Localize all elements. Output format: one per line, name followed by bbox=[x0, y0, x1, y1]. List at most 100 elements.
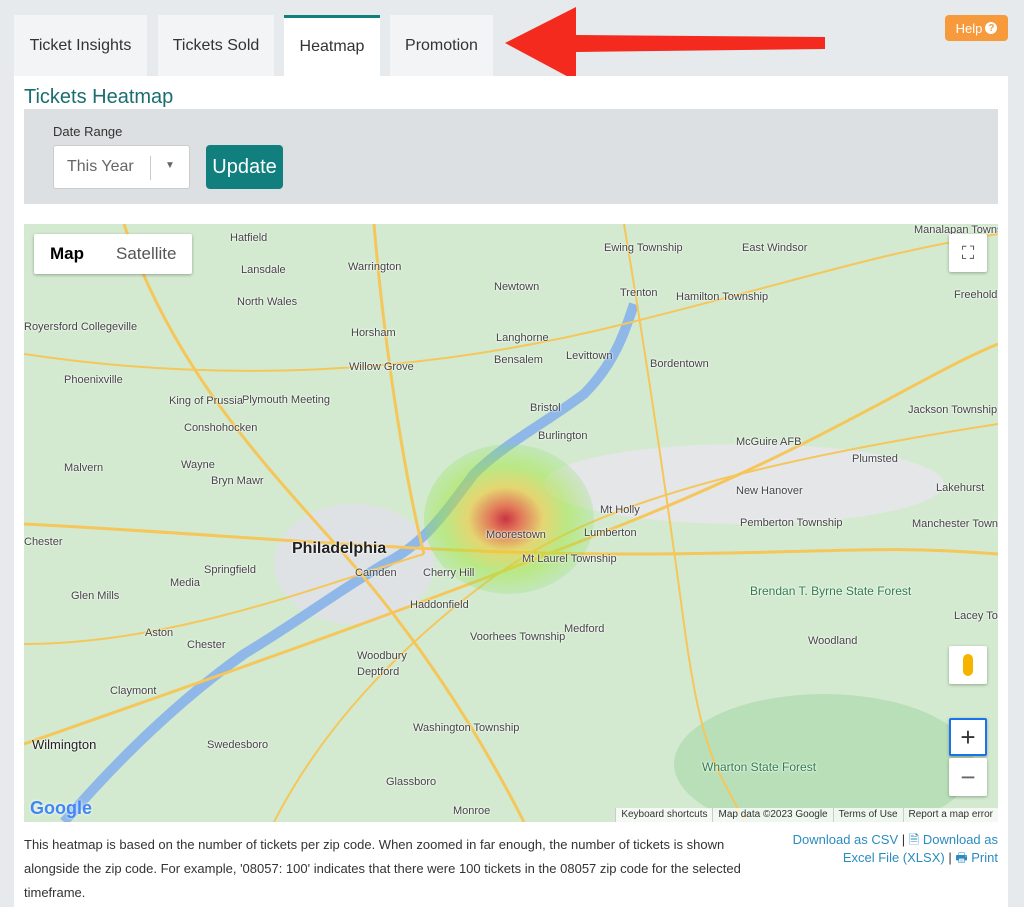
place-label: Pemberton Township bbox=[740, 517, 843, 529]
chevron-down-icon: ▼ bbox=[165, 160, 175, 171]
place-label: Mt Holly bbox=[600, 504, 640, 516]
place-label: Lacey Township bbox=[954, 610, 998, 622]
place-label: Washington Township bbox=[413, 722, 520, 734]
pegman-icon bbox=[963, 654, 973, 676]
help-label: Help bbox=[955, 20, 983, 36]
place-label: Burlington bbox=[538, 430, 588, 442]
place-label: Bensalem bbox=[494, 354, 543, 366]
place-label: New Hanover bbox=[736, 485, 803, 497]
place-label: Haddonfield bbox=[410, 599, 469, 611]
place-label: Woodland bbox=[808, 635, 858, 647]
place-label: Cherry Hill bbox=[423, 567, 475, 579]
place-label: Springfield bbox=[204, 564, 256, 576]
place-label: Aston bbox=[145, 627, 174, 639]
place-label: Manchester Township bbox=[912, 518, 998, 530]
map-attribution: Keyboard shortcuts Map data ©2023 Google… bbox=[615, 808, 998, 822]
map-data-text: Map data ©2023 Google bbox=[712, 808, 832, 822]
place-label: Wayne bbox=[181, 459, 215, 471]
keyboard-shortcuts-link[interactable]: Keyboard shortcuts bbox=[615, 808, 712, 822]
place-label: Woodbury bbox=[357, 650, 407, 662]
select-divider bbox=[150, 156, 151, 180]
tab-heatmap[interactable]: Heatmap bbox=[284, 15, 380, 76]
separator: | bbox=[948, 850, 952, 865]
help-button[interactable]: Help ? bbox=[945, 15, 1008, 41]
place-label: Swedesboro bbox=[207, 739, 269, 751]
place-label: Lansdale bbox=[241, 264, 286, 276]
place-label: Malvern bbox=[64, 462, 104, 474]
place-label: Horsham bbox=[351, 327, 396, 339]
place-label: Willow Grove bbox=[349, 361, 414, 373]
place-label: Voorhees Township bbox=[470, 631, 566, 643]
question-circle-icon: ? bbox=[985, 22, 998, 34]
place-label: Chester bbox=[187, 639, 226, 651]
place-label: Phoenixville bbox=[64, 374, 123, 386]
map-type-satellite-button[interactable]: Satellite bbox=[100, 234, 192, 274]
place-label: Media bbox=[170, 577, 200, 589]
place-label: Langhorne bbox=[496, 332, 549, 344]
separator: | bbox=[901, 832, 906, 847]
map-type-map-button[interactable]: Map bbox=[34, 234, 100, 274]
place-label: Chester bbox=[24, 536, 63, 548]
place-label: Bryn Mawr bbox=[211, 475, 264, 487]
date-range-label: Date Range bbox=[53, 124, 123, 139]
place-label: Monroe bbox=[453, 805, 491, 817]
place-label: Claymont bbox=[110, 685, 157, 697]
place-label: Medford bbox=[564, 623, 605, 635]
place-label: Brendan T. Byrne State Forest bbox=[750, 584, 912, 598]
place-label: Mt Laurel Township bbox=[522, 553, 617, 565]
excel-file-icon: 🗎 bbox=[908, 832, 920, 847]
place-label: Newtown bbox=[494, 281, 540, 293]
place-label: Freehold Township bbox=[954, 289, 998, 301]
print-link[interactable]: Print bbox=[971, 850, 998, 865]
zoom-in-button[interactable]: + bbox=[949, 718, 987, 756]
place-label: Moorestown bbox=[486, 529, 546, 541]
place-label: North Wales bbox=[237, 296, 298, 308]
place-label: East Windsor bbox=[742, 242, 808, 254]
fullscreen-icon: ⛶ bbox=[961, 242, 975, 263]
place-label: Plymouth Meeting bbox=[242, 394, 331, 406]
place-label: Wilmington bbox=[32, 737, 97, 752]
place-label: Jackson Township bbox=[908, 404, 998, 416]
update-button[interactable]: Update bbox=[206, 145, 283, 189]
place-label: Trenton bbox=[620, 287, 658, 299]
place-label: Hatfield bbox=[230, 232, 268, 244]
place-label: Wharton State Forest bbox=[702, 760, 817, 774]
fullscreen-button[interactable]: ⛶ bbox=[949, 234, 987, 272]
place-label: Glassboro bbox=[386, 776, 437, 788]
place-label: Philadelphia bbox=[292, 540, 387, 557]
place-label: Deptford bbox=[357, 666, 400, 678]
heatmap-map[interactable]: Hatfield Warrington Ewing Township Trenton H… bbox=[24, 224, 998, 822]
place-label: Conshohocken bbox=[184, 422, 258, 434]
place-label: Warrington bbox=[348, 261, 402, 273]
place-label: Bordentown bbox=[650, 358, 709, 370]
place-label: King of Prussia bbox=[169, 395, 243, 407]
place-label: Levittown bbox=[566, 350, 613, 362]
zoom-out-button[interactable]: − bbox=[949, 758, 987, 796]
place-label: Ewing Township bbox=[604, 242, 683, 254]
place-label: Bristol bbox=[530, 402, 561, 414]
download-csv-link[interactable]: Download as CSV bbox=[793, 832, 899, 847]
terms-of-use-link[interactable]: Terms of Use bbox=[832, 808, 903, 822]
tab-tickets-sold[interactable]: Tickets Sold bbox=[158, 15, 274, 76]
page-title: Tickets Heatmap bbox=[24, 86, 174, 108]
download-links: Download as CSV | 🗎 Download as Excel Fi… bbox=[758, 831, 998, 867]
place-label: Plumsted bbox=[852, 453, 898, 465]
google-logo: Google bbox=[30, 798, 92, 818]
map-type-control: Map Satellite bbox=[34, 234, 193, 274]
place-label: Camden bbox=[355, 567, 397, 579]
tab-ticket-insights[interactable]: Ticket Insights bbox=[14, 15, 147, 76]
place-label: McGuire AFB bbox=[736, 436, 802, 448]
place-label: Hamilton Township bbox=[676, 291, 769, 303]
place-label: Glen Mills bbox=[71, 590, 120, 602]
place-label: Lumberton bbox=[584, 527, 637, 539]
place-label: Royersford Collegeville bbox=[24, 321, 138, 333]
annotation-arrow bbox=[505, 7, 825, 81]
printer-icon: 🖶 bbox=[955, 850, 968, 865]
street-view-pegman[interactable] bbox=[949, 646, 987, 684]
date-range-select[interactable]: This Year ▼ bbox=[53, 145, 190, 189]
place-label: Lakehurst bbox=[936, 482, 985, 494]
date-range-value: This Year bbox=[67, 158, 134, 175]
tab-promotion[interactable]: Promotion bbox=[390, 15, 493, 76]
report-map-error-link[interactable]: Report a map error bbox=[902, 808, 998, 822]
heatmap-description: This heatmap is based on the number of t… bbox=[24, 837, 741, 900]
